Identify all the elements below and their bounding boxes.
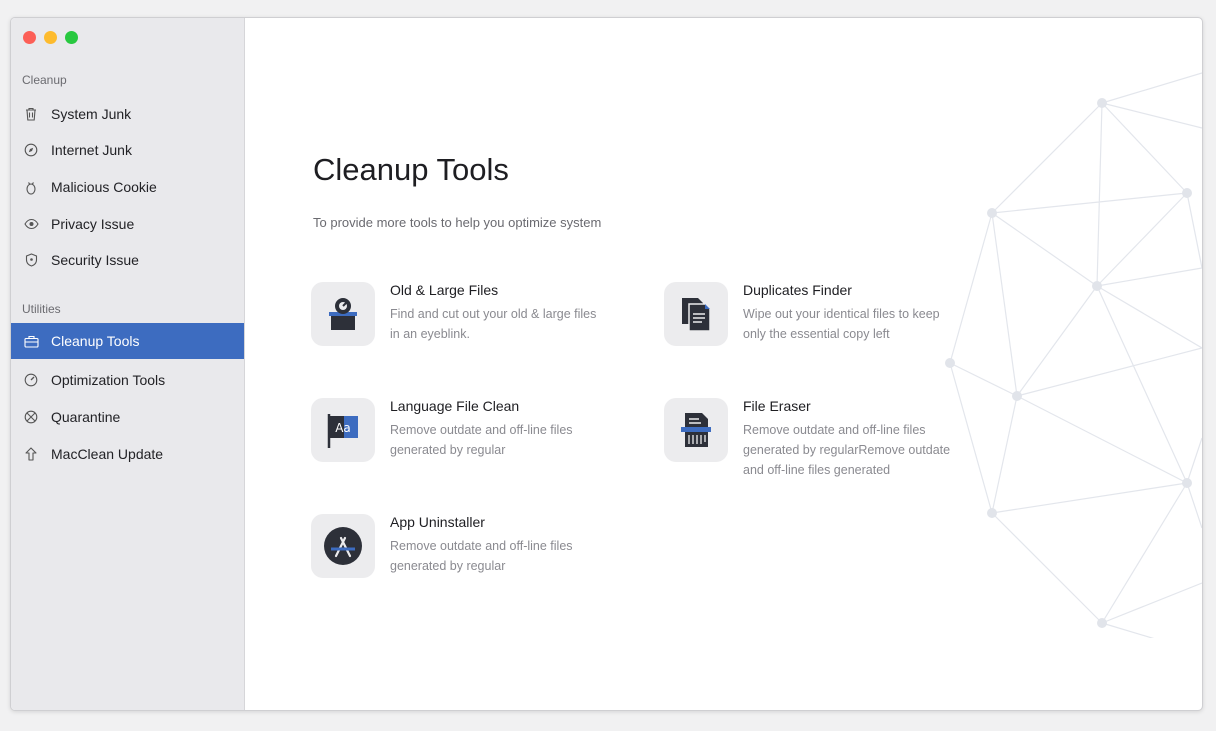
sidebar-item-label: MacClean Update xyxy=(51,446,164,462)
app-store-icon xyxy=(311,514,375,578)
sidebar-item-cleanup-tools[interactable]: Cleanup Tools xyxy=(11,323,244,359)
sidebar-item-label: Privacy Issue xyxy=(51,216,135,232)
page-title: Cleanup Tools xyxy=(313,152,509,187)
tool-language-file-clean[interactable]: Aa Language File Clean Remove outdate an… xyxy=(311,398,611,498)
tool-old-large-files[interactable]: Old & Large Files Find and cut out your … xyxy=(311,282,611,382)
page-subtitle: To provide more tools to help you optimi… xyxy=(313,215,602,230)
section-label-cleanup: Cleanup xyxy=(22,73,67,87)
tool-description: Find and cut out your old & large files … xyxy=(390,307,597,341)
tool-description: Remove outdate and off-line files genera… xyxy=(390,539,573,573)
compass-icon xyxy=(23,142,39,158)
old-large-files-icon xyxy=(311,282,375,346)
sidebar-item-internet-junk[interactable]: Internet Junk xyxy=(11,132,244,168)
sidebar-item-malicious-cookie[interactable]: Malicious Cookie xyxy=(11,169,244,205)
window-controls xyxy=(23,31,78,44)
section-label-utilities: Utilities xyxy=(22,302,61,316)
quarantine-icon xyxy=(23,409,39,425)
sidebar-item-label: Quarantine xyxy=(51,409,121,425)
sidebar-item-label: System Junk xyxy=(51,106,132,122)
zoom-window-button[interactable] xyxy=(65,31,78,44)
upload-arrow-icon xyxy=(23,446,39,462)
sidebar-item-privacy-issue[interactable]: Privacy Issue xyxy=(11,206,244,242)
main-panel: Cleanup Tools To provide more tools to h… xyxy=(245,18,1202,710)
gauge-icon xyxy=(23,372,39,388)
sidebar-item-security-issue[interactable]: Security Issue xyxy=(11,242,244,278)
tool-name: Language File Clean xyxy=(390,398,520,414)
tool-name: File Eraser xyxy=(743,398,811,414)
shield-icon xyxy=(23,252,39,268)
sidebar-item-macclean-update[interactable]: MacClean Update xyxy=(11,436,244,472)
minimize-window-button[interactable] xyxy=(44,31,57,44)
toolbox-icon xyxy=(23,333,39,349)
sidebar: Cleanup System Junk Internet Junk Malici… xyxy=(11,18,245,710)
sidebar-item-optimization-tools[interactable]: Optimization Tools xyxy=(11,362,244,398)
tool-name: Old & Large Files xyxy=(390,282,499,298)
eye-icon xyxy=(23,216,39,232)
sidebar-item-label: Malicious Cookie xyxy=(51,179,157,195)
sidebar-item-label: Internet Junk xyxy=(51,142,132,158)
app-window: Cleanup System Junk Internet Junk Malici… xyxy=(10,17,1203,711)
tool-app-uninstaller[interactable]: App Uninstaller Remove outdate and off-l… xyxy=(311,514,611,614)
tool-file-eraser[interactable]: File Eraser Remove outdate and off-line … xyxy=(664,398,964,498)
close-window-button[interactable] xyxy=(23,31,36,44)
svg-text:Aa: Aa xyxy=(335,421,351,435)
sidebar-item-label: Optimization Tools xyxy=(51,372,166,388)
language-flag-icon: Aa xyxy=(311,398,375,462)
shredder-icon xyxy=(664,398,728,462)
sidebar-item-label: Cleanup Tools xyxy=(51,333,140,349)
tool-description: Remove outdate and off-line files genera… xyxy=(743,423,951,477)
duplicates-icon xyxy=(664,282,728,346)
tool-name: App Uninstaller xyxy=(390,514,485,530)
tool-description: Wipe out your identical files to keep on… xyxy=(743,307,940,341)
tool-description: Remove outdate and off-line files genera… xyxy=(390,423,573,457)
sidebar-item-quarantine[interactable]: Quarantine xyxy=(11,399,244,435)
sidebar-item-label: Security Issue xyxy=(51,252,139,268)
trash-icon xyxy=(23,106,39,122)
sidebar-item-system-junk[interactable]: System Junk xyxy=(11,96,244,132)
tool-name: Duplicates Finder xyxy=(743,282,852,298)
network-background-graphic xyxy=(945,72,1202,638)
tool-duplicates-finder[interactable]: Duplicates Finder Wipe out your identica… xyxy=(664,282,964,382)
bug-icon xyxy=(23,179,39,195)
